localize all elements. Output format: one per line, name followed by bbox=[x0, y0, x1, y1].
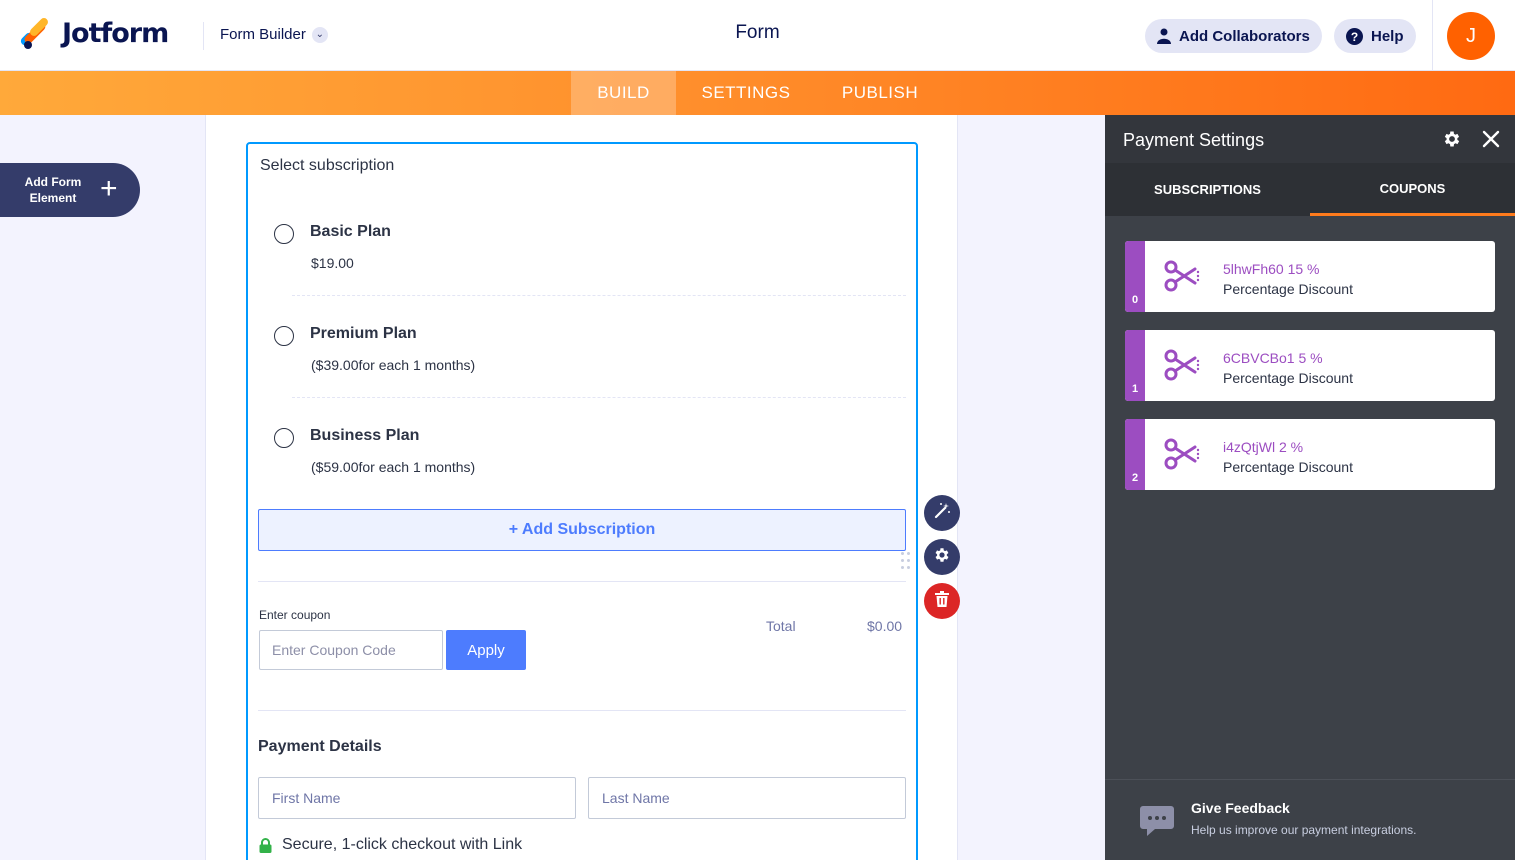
section-divider bbox=[258, 581, 906, 582]
plan-name: Business Plan bbox=[310, 427, 420, 444]
tab-settings[interactable]: SETTINGS bbox=[690, 71, 802, 115]
coupon-type: Percentage Discount bbox=[1223, 281, 1353, 297]
plan-divider bbox=[292, 295, 906, 296]
payment-details-title: Payment Details bbox=[258, 738, 382, 755]
coupon-card[interactable]: 1 6CBVCBo1 5 % Percentage Discount bbox=[1125, 330, 1495, 401]
tab-subscriptions[interactable]: SUBSCRIPTIONS bbox=[1105, 163, 1310, 216]
plan-divider bbox=[292, 397, 906, 398]
secure-checkout-note: Secure, 1-click checkout with Link bbox=[259, 836, 522, 854]
question-label: Select subscription bbox=[260, 157, 395, 174]
secure-checkout-text: Secure, 1-click checkout with Link bbox=[282, 836, 523, 853]
scissors-icon bbox=[1163, 437, 1201, 476]
tab-coupons[interactable]: COUPONS bbox=[1310, 163, 1515, 216]
coupon-code: 6CBVCBo1 5 % bbox=[1223, 350, 1323, 366]
last-name-field[interactable]: Last Name bbox=[588, 777, 906, 819]
magic-wand-icon bbox=[933, 502, 951, 525]
add-subscription-button[interactable]: + Add Subscription bbox=[258, 509, 906, 551]
magic-wand-button[interactable] bbox=[924, 495, 960, 531]
coupon-type: Percentage Discount bbox=[1223, 459, 1353, 475]
total-label: Total bbox=[766, 618, 796, 634]
payment-settings-panel: Payment Settings SUBSCRIPTIONS COUPONS 0… bbox=[1105, 115, 1515, 860]
coupon-type: Percentage Discount bbox=[1223, 370, 1353, 386]
builder-nav: BUILD SETTINGS PUBLISH bbox=[0, 71, 1515, 115]
coupon-code: i4zQtjWl 2 % bbox=[1223, 439, 1304, 455]
scissors-icon bbox=[1163, 348, 1201, 387]
panel-header: Payment Settings bbox=[1105, 115, 1515, 163]
add-collaborators-button[interactable]: Add Collaborators bbox=[1145, 19, 1322, 53]
form-builder-label: Form Builder bbox=[220, 26, 306, 43]
trash-icon bbox=[935, 590, 949, 612]
plan-radio-premium[interactable] bbox=[274, 326, 294, 346]
panel-title: Payment Settings bbox=[1123, 130, 1265, 150]
coupon-index: 1 bbox=[1131, 383, 1139, 395]
add-form-element-label: Add Form Element bbox=[24, 175, 82, 205]
form-builder-dropdown[interactable]: Form Builder ⌄ bbox=[220, 26, 328, 43]
give-feedback[interactable]: Give Feedback Help us improve our paymen… bbox=[1105, 779, 1515, 860]
section-divider bbox=[258, 710, 906, 711]
lock-icon bbox=[259, 837, 272, 853]
plan-name: Basic Plan bbox=[310, 223, 391, 240]
question-settings-button[interactable] bbox=[924, 539, 960, 575]
coupon-index: 0 bbox=[1131, 294, 1139, 306]
plan-price: $19.00 bbox=[311, 255, 354, 271]
gear-icon[interactable] bbox=[1442, 129, 1462, 154]
avatar-area: J bbox=[1432, 0, 1515, 71]
feedback-subtitle: Help us improve our payment integrations… bbox=[1191, 823, 1417, 837]
plan-radio-basic[interactable] bbox=[274, 224, 294, 244]
help-icon: ? bbox=[1346, 27, 1363, 45]
coupon-input[interactable]: Enter Coupon Code bbox=[259, 630, 443, 670]
panel-tabs: SUBSCRIPTIONS COUPONS bbox=[1105, 163, 1515, 216]
first-name-field[interactable]: First Name bbox=[258, 777, 576, 819]
add-collaborators-label: Add Collaborators bbox=[1179, 27, 1310, 45]
jotform-logo[interactable]: Jotform bbox=[18, 16, 169, 51]
gear-icon bbox=[933, 546, 951, 569]
close-icon[interactable] bbox=[1481, 129, 1501, 154]
scissors-icon bbox=[1163, 259, 1201, 298]
coupon-card[interactable]: 2 i4zQtjWl 2 % Percentage Discount bbox=[1125, 419, 1495, 490]
chevron-down-icon: ⌄ bbox=[311, 26, 328, 43]
total-value: $0.00 bbox=[867, 618, 903, 634]
coupon-label: Enter coupon bbox=[259, 608, 331, 622]
avatar[interactable]: J bbox=[1447, 12, 1495, 60]
tab-build[interactable]: BUILD bbox=[571, 71, 676, 115]
drag-handle-icon[interactable] bbox=[901, 552, 911, 572]
plan-price: ($59.00for each 1 months) bbox=[311, 459, 476, 475]
help-label: Help bbox=[1371, 27, 1404, 45]
coupon-code: 5lhwFh60 15 % bbox=[1223, 261, 1320, 277]
coupon-index: 2 bbox=[1131, 472, 1139, 484]
coupon-card[interactable]: 0 5lhwFh60 15 % Percentage Discount bbox=[1125, 241, 1495, 312]
svg-text:?: ? bbox=[1351, 30, 1358, 44]
logo-text: Jotform bbox=[62, 17, 169, 49]
tab-publish[interactable]: PUBLISH bbox=[830, 71, 930, 115]
help-button[interactable]: ? Help bbox=[1334, 19, 1416, 53]
user-icon bbox=[1157, 28, 1171, 44]
plus-icon: + bbox=[100, 172, 118, 205]
plan-radio-business[interactable] bbox=[274, 428, 294, 448]
feedback-title: Give Feedback bbox=[1191, 800, 1290, 816]
delete-question-button[interactable] bbox=[924, 583, 960, 619]
header-divider bbox=[203, 22, 204, 50]
apply-coupon-button[interactable]: Apply bbox=[446, 630, 526, 670]
add-form-element-button[interactable]: Add Form Element + bbox=[0, 163, 140, 217]
chat-bubble-icon bbox=[1139, 804, 1175, 843]
plan-price: ($39.00for each 1 months) bbox=[311, 357, 476, 373]
top-header: Jotform Form Builder ⌄ Form Add Collabor… bbox=[0, 0, 1515, 71]
plan-name: Premium Plan bbox=[310, 325, 417, 342]
jotform-logo-icon bbox=[18, 16, 50, 51]
